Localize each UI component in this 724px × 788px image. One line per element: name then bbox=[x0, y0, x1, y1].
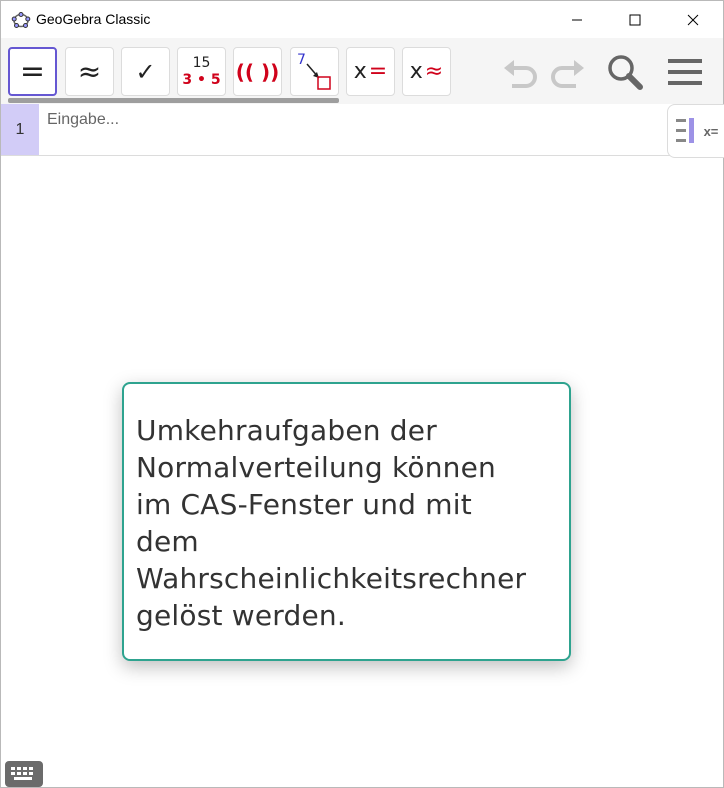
keyboard-button[interactable] bbox=[5, 761, 43, 787]
menu-button[interactable] bbox=[665, 52, 705, 92]
minimize-icon bbox=[572, 19, 582, 20]
tool-keep-input-button[interactable]: ✓ bbox=[121, 47, 170, 96]
tool-solve-numeric-x-label: x bbox=[409, 59, 423, 84]
tool-expand-label: (( )) bbox=[235, 59, 280, 84]
menu-icon bbox=[668, 59, 702, 85]
tool-expand-button[interactable]: (( )) bbox=[233, 47, 282, 96]
tool-solve-numeric-button[interactable]: x ≈ bbox=[402, 47, 451, 96]
tool-numeric-button[interactable]: ≈ bbox=[65, 47, 114, 96]
toolbar-scrollbar[interactable] bbox=[8, 98, 339, 103]
substitute-arrow-icon bbox=[306, 63, 331, 90]
tool-factor-button[interactable]: 15 3 • 5 bbox=[177, 47, 226, 96]
cas-row[interactable]: 1 Eingabe... bbox=[1, 104, 723, 156]
close-button[interactable] bbox=[670, 1, 716, 38]
tooltip-line: Wahrscheinlichkeitsrechner bbox=[136, 562, 527, 595]
tool-substitute-button[interactable]: 7 bbox=[290, 47, 339, 96]
title-bar: GeoGebra Classic bbox=[1, 1, 723, 38]
tool-numeric-label: ≈ bbox=[77, 55, 102, 88]
search-button[interactable] bbox=[605, 52, 645, 92]
undo-icon bbox=[504, 60, 537, 88]
info-tooltip-card: Umkehraufgaben der Normalverteilung könn… bbox=[122, 382, 571, 661]
algebra-view-label: x= bbox=[703, 123, 719, 139]
tooltip-line: Normalverteilung können bbox=[136, 451, 496, 484]
geogebra-logo-icon bbox=[11, 12, 31, 28]
tool-evaluate-label: = bbox=[19, 54, 46, 89]
cas-toolbar: = ≈ ✓ 15 3 • 5 (( )) 7 x = x ≈ bbox=[1, 38, 723, 104]
keyboard-icon bbox=[11, 767, 33, 780]
window-title: GeoGebra Classic bbox=[36, 11, 151, 27]
app-window: GeoGebra Classic = ≈ ✓ 15 3 • 5 (( )) 7 … bbox=[0, 0, 724, 788]
cas-input-field[interactable]: Eingabe... bbox=[47, 111, 119, 129]
tooltip-line: Umkehraufgaben der bbox=[136, 414, 437, 447]
tooltip-line: dem bbox=[136, 525, 199, 558]
minimize-button[interactable] bbox=[554, 1, 600, 38]
tool-solve-numeric-op-label: ≈ bbox=[424, 59, 444, 84]
search-icon bbox=[608, 55, 643, 90]
tool-solve-op-label: = bbox=[368, 59, 388, 84]
close-icon bbox=[687, 14, 699, 25]
row-number[interactable]: 1 bbox=[1, 104, 39, 155]
tool-factor-bottom-label: 3 • 5 bbox=[182, 71, 221, 88]
tooltip-text: Umkehraufgaben der Normalverteilung könn… bbox=[136, 412, 557, 634]
redo-button[interactable] bbox=[547, 52, 587, 92]
redo-icon bbox=[551, 60, 584, 88]
tool-evaluate-button[interactable]: = bbox=[8, 47, 57, 96]
maximize-button[interactable] bbox=[612, 1, 658, 38]
tool-solve-x-label: x bbox=[353, 59, 367, 84]
algebra-view-toggle-button[interactable]: x= bbox=[667, 104, 724, 158]
tool-solve-button[interactable]: x = bbox=[346, 47, 395, 96]
undo-button[interactable] bbox=[501, 52, 541, 92]
maximize-icon bbox=[629, 14, 641, 25]
tooltip-line: gelöst werden. bbox=[136, 599, 346, 632]
tool-keep-input-label: ✓ bbox=[135, 57, 156, 86]
tooltip-line: im CAS-Fenster und mit bbox=[136, 488, 472, 521]
tool-factor-top-label: 15 bbox=[192, 54, 211, 71]
